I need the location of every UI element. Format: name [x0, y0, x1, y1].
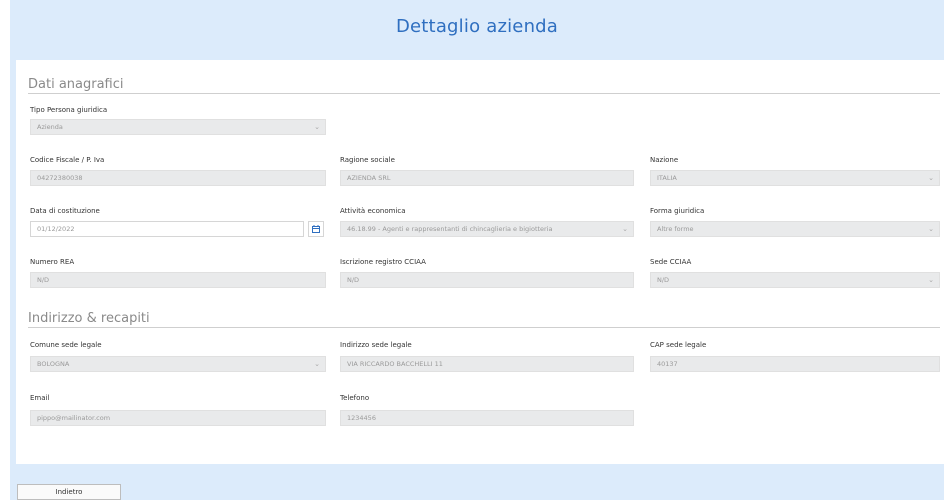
- section-divider: [28, 93, 940, 94]
- input-indirizzo-sede[interactable]: VIA RICCARDO BACCHELLI 11: [340, 356, 634, 372]
- label-ragione-sociale: Ragione sociale: [340, 156, 395, 164]
- select-attivita-economica[interactable]: 46.18.99 - Agenti e rappresentanti di ch…: [340, 221, 634, 237]
- label-tipo-persona: Tipo Persona giuridica: [30, 106, 108, 114]
- chevron-down-icon: ⌄: [928, 276, 934, 284]
- calendar-button[interactable]: [308, 221, 324, 237]
- label-telefono: Telefono: [340, 394, 370, 402]
- chevron-down-icon: ⌄: [314, 360, 320, 368]
- input-data-costituzione[interactable]: 01/12/2022: [30, 221, 304, 237]
- section-title-indirizzo: Indirizzo & recapiti: [28, 311, 150, 326]
- chevron-down-icon: ⌄: [622, 225, 628, 233]
- section-divider: [28, 327, 940, 328]
- page-title: Dettaglio azienda: [395, 15, 559, 37]
- input-email[interactable]: pippo@mailinator.com: [30, 410, 326, 426]
- input-codice-fiscale[interactable]: 04272380038: [30, 170, 326, 186]
- input-cap-sede[interactable]: 40137: [650, 356, 940, 372]
- label-indirizzo-sede: Indirizzo sede legale: [340, 341, 412, 349]
- label-cap-sede: CAP sede legale: [650, 341, 707, 349]
- select-nazione-value: ITALIA: [657, 174, 677, 182]
- select-comune-sede[interactable]: BOLOGNA ⌄: [30, 356, 326, 372]
- input-iscrizione-cciaa[interactable]: N/D: [340, 272, 634, 288]
- select-tipo-persona-value: Azienda: [37, 123, 63, 131]
- label-forma-giuridica: Forma giuridica: [650, 207, 705, 215]
- chevron-down-icon: ⌄: [928, 225, 934, 233]
- calendar-icon: [312, 225, 320, 233]
- input-numero-rea[interactable]: N/D: [30, 272, 326, 288]
- label-numero-rea: Numero REA: [30, 258, 75, 266]
- select-sede-cciaa-value: N/D: [657, 276, 670, 284]
- select-sede-cciaa[interactable]: N/D ⌄: [650, 272, 940, 288]
- chevron-down-icon: ⌄: [928, 174, 934, 182]
- select-tipo-persona[interactable]: Azienda ⌄: [30, 119, 326, 135]
- section-title-anagrafici: Dati anagrafici: [28, 77, 124, 92]
- label-codice-fiscale: Codice Fiscale / P. Iva: [30, 156, 105, 164]
- chevron-down-icon: ⌄: [314, 123, 320, 131]
- select-forma-giuridica-value: Altre forme: [657, 225, 694, 233]
- label-iscrizione-cciaa: Iscrizione registro CCIAA: [340, 258, 426, 266]
- label-nazione: Nazione: [650, 156, 679, 164]
- input-telefono[interactable]: 1234456: [340, 410, 634, 426]
- page-frame: Dettaglio azienda Dati anagrafici Tipo P…: [10, 0, 944, 500]
- label-data-costituzione: Data di costituzione: [30, 207, 100, 215]
- detail-panel: Dati anagrafici Tipo Persona giuridica A…: [16, 60, 944, 464]
- input-ragione-sociale[interactable]: AZIENDA SRL: [340, 170, 634, 186]
- select-attivita-economica-value: 46.18.99 - Agenti e rappresentanti di ch…: [347, 225, 553, 233]
- label-comune-sede: Comune sede legale: [30, 341, 102, 349]
- label-attivita-economica: Attività economica: [340, 207, 406, 215]
- select-comune-sede-value: BOLOGNA: [37, 360, 70, 368]
- select-nazione[interactable]: ITALIA ⌄: [650, 170, 940, 186]
- back-button[interactable]: Indietro: [17, 484, 121, 500]
- label-sede-cciaa: Sede CCIAA: [650, 258, 692, 266]
- page-header: Dettaglio azienda: [10, 0, 944, 52]
- label-email: Email: [30, 394, 50, 402]
- select-forma-giuridica[interactable]: Altre forme ⌄: [650, 221, 940, 237]
